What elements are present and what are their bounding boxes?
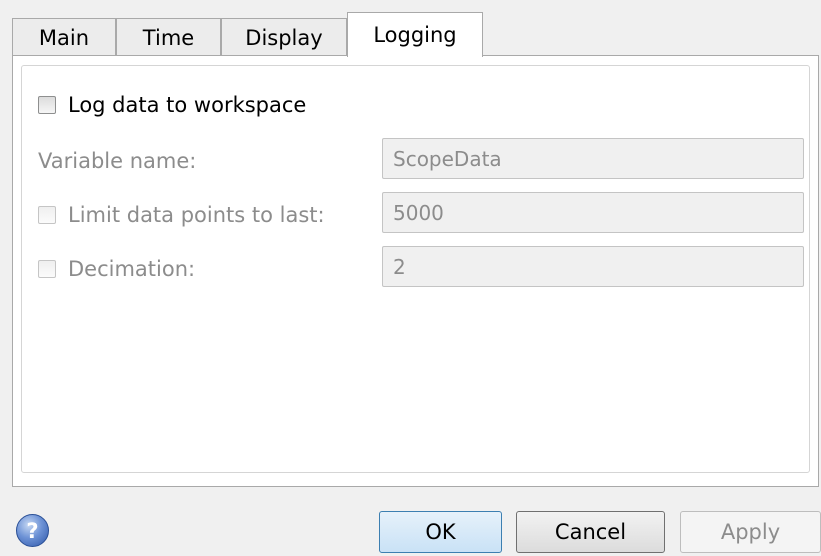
- help-icon[interactable]: ?: [16, 514, 49, 547]
- tab-time[interactable]: Time: [116, 18, 221, 56]
- decimation-row[interactable]: Decimation:: [38, 257, 195, 281]
- limit-data-points-field[interactable]: 5000: [382, 192, 804, 233]
- cancel-button[interactable]: Cancel: [516, 511, 665, 553]
- logging-panel: Log data to workspace Variable name: Sco…: [12, 55, 819, 487]
- decimation-field[interactable]: 2: [382, 246, 804, 287]
- apply-button[interactable]: Apply: [680, 511, 821, 553]
- log-to-workspace-row[interactable]: Log data to workspace: [38, 93, 306, 117]
- limit-data-points-label: Limit data points to last:: [68, 203, 325, 227]
- logging-group-box: Log data to workspace Variable name: Sco…: [21, 65, 810, 473]
- variable-name-row: Variable name:: [38, 149, 196, 173]
- decimation-label: Decimation:: [68, 257, 196, 281]
- tab-main[interactable]: Main: [12, 18, 116, 56]
- tab-display-label: Display: [245, 25, 323, 50]
- variable-name-label: Variable name:: [38, 149, 197, 173]
- tab-logging[interactable]: Logging: [347, 12, 483, 57]
- limit-data-points-value: 5000: [393, 200, 444, 225]
- decimation-checkbox[interactable]: [38, 260, 56, 278]
- log-to-workspace-checkbox[interactable]: [38, 96, 56, 114]
- tab-display[interactable]: Display: [221, 18, 347, 56]
- tab-time-label: Time: [142, 25, 195, 50]
- variable-name-value: ScopeData: [393, 146, 502, 171]
- limit-data-points-row[interactable]: Limit data points to last:: [38, 203, 325, 227]
- cancel-button-label: Cancel: [554, 520, 627, 544]
- log-to-workspace-label: Log data to workspace: [68, 93, 307, 117]
- help-glyph: ?: [26, 518, 39, 543]
- apply-button-label: Apply: [720, 520, 781, 544]
- variable-name-field[interactable]: ScopeData: [382, 138, 804, 179]
- ok-button[interactable]: OK: [379, 511, 502, 553]
- ok-button-label: OK: [425, 520, 456, 544]
- tab-main-label: Main: [38, 25, 90, 50]
- tab-logging-label: Logging: [373, 23, 457, 47]
- limit-data-points-checkbox[interactable]: [38, 206, 56, 224]
- decimation-value: 2: [393, 254, 406, 279]
